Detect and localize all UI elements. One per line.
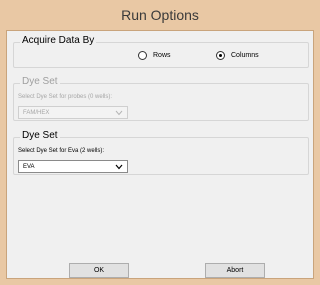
radio-rows-circle[interactable] [138, 51, 147, 60]
title-bar: Run Options [0, 0, 320, 30]
chevron-down-icon [115, 164, 123, 169]
dye-set-probes-prompt: Select Dye Set for probes (0 wells): [18, 94, 113, 100]
acquire-data-legend: Acquire Data By [20, 35, 97, 46]
radio-rows[interactable]: Rows [138, 51, 171, 60]
dye-set-eva-value: EVA [23, 163, 35, 170]
dye-set-probes-legend: Dye Set [20, 76, 60, 87]
dye-set-eva-group: Dye Set Select Dye Set for Eva (2 wells)… [13, 130, 309, 175]
run-options-window: Run Options Acquire Data By Rows Columns… [0, 0, 320, 285]
radio-columns-circle[interactable] [216, 51, 225, 60]
acquire-data-group: Acquire Data By Rows Columns [13, 35, 309, 68]
radio-columns-label: Columns [231, 52, 259, 59]
dialog-body: Acquire Data By Rows Columns Dye Set Sel… [6, 30, 314, 279]
chevron-down-icon [115, 110, 123, 115]
dye-set-probes-group: Dye Set Select Dye Set for probes (0 wel… [13, 76, 309, 121]
dye-set-probes-value: FAM/HEX [23, 109, 50, 116]
window-title: Run Options [121, 7, 199, 23]
dye-set-eva-prompt: Select Dye Set for Eva (2 wells): [18, 148, 105, 154]
dye-set-eva-select[interactable]: EVA [18, 160, 128, 173]
radio-columns[interactable]: Columns [216, 51, 259, 60]
ok-button[interactable]: OK [69, 263, 129, 278]
abort-button[interactable]: Abort [205, 263, 265, 278]
dye-set-probes-select: FAM/HEX [18, 106, 128, 119]
radio-rows-label: Rows [153, 52, 171, 59]
dye-set-eva-legend: Dye Set [20, 130, 60, 141]
